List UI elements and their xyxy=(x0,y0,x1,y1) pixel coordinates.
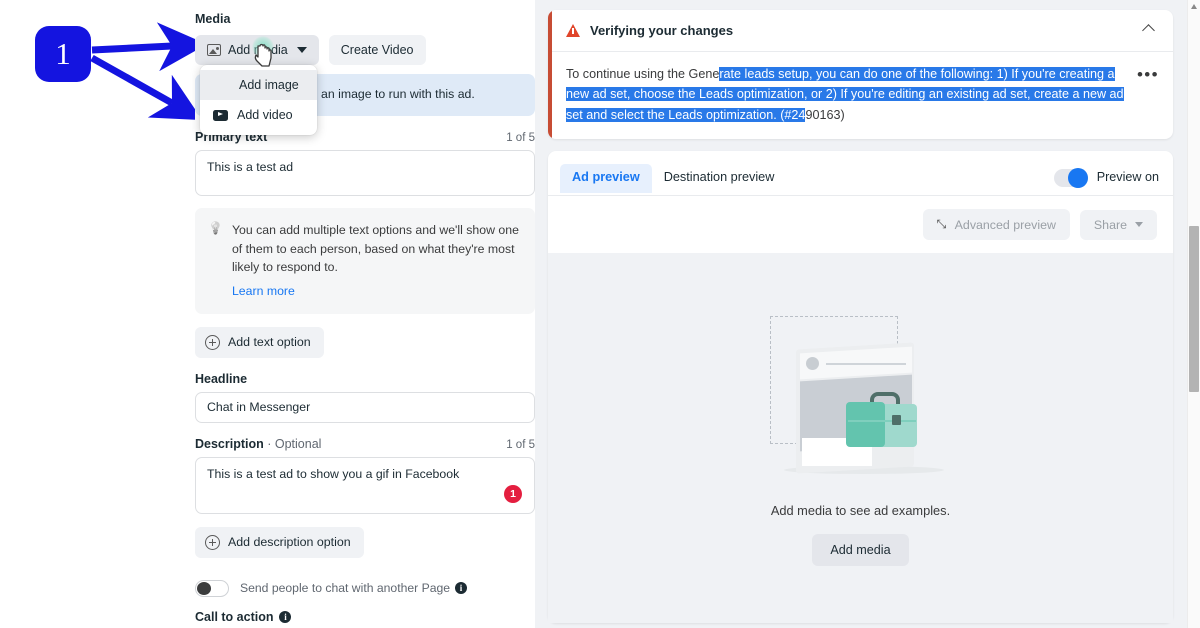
chevron-up-icon[interactable] xyxy=(1142,24,1155,37)
description-value: This is a test ad to show you a gif in F… xyxy=(207,466,460,481)
verification-alert: Verifying your changes To continue using… xyxy=(548,10,1173,140)
description-label: Description · Optional xyxy=(195,437,321,451)
toggle-knob xyxy=(1067,168,1088,189)
send-people-toggle-label: Send people to chat with another Page i xyxy=(240,581,468,596)
call-to-action-label: Call to action xyxy=(195,609,274,624)
scroll-up-icon[interactable] xyxy=(1191,4,1197,9)
tip-body: You can add multiple text options and we… xyxy=(232,221,521,301)
share-button[interactable]: Share xyxy=(1079,209,1157,240)
advanced-preview-button[interactable]: ⤢ Advanced preview xyxy=(923,209,1070,241)
warning-triangle-icon xyxy=(566,24,580,37)
menu-item-add-video[interactable]: Add video xyxy=(200,100,317,130)
empty-state-add-media-button[interactable]: Add media xyxy=(812,534,909,567)
inner-scrollbar[interactable] xyxy=(1178,0,1187,628)
headline-label: Headline xyxy=(195,371,248,386)
video-icon xyxy=(213,109,228,121)
plus-circle-icon xyxy=(205,334,220,350)
add-text-option-button[interactable]: Add text option xyxy=(195,326,324,358)
illustration-text-line xyxy=(825,363,906,365)
toolbox-left-icon xyxy=(845,402,885,448)
ad-preview-card: Ad preview Destination preview Preview o… xyxy=(548,151,1173,624)
description-input[interactable]: This is a test ad to show you a gif in F… xyxy=(195,456,535,514)
media-buttons-row: Add media Create Video xyxy=(195,35,535,65)
scrollbar-thumb[interactable] xyxy=(1189,226,1199,392)
more-options-icon[interactable]: ••• xyxy=(1137,64,1159,125)
call-to-action-header: Call to action i xyxy=(195,610,535,624)
ad-creative-form: Media Add media Create Video an image to… xyxy=(195,0,535,628)
preview-panel: Verifying your changes To continue using… xyxy=(535,0,1187,628)
tab-destination-preview-label: Destination preview xyxy=(663,169,775,184)
alert-body: To continue using the Generate leads set… xyxy=(548,52,1173,139)
tab-destination-preview[interactable]: Destination preview xyxy=(652,164,787,193)
media-section-label: Media xyxy=(195,12,231,26)
advanced-preview-label: Advanced preview xyxy=(954,217,1056,232)
expand-icon: ⤢ xyxy=(937,217,947,232)
primary-text-value: This is a test ad xyxy=(207,160,294,174)
add-description-option-label: Add description option xyxy=(228,535,351,550)
annotation-arrows xyxy=(90,22,195,121)
lightbulb-icon: 💡 xyxy=(208,221,223,235)
image-icon xyxy=(207,44,221,56)
annotation-overlay: 1 xyxy=(0,0,195,628)
add-media-label: Add media xyxy=(228,43,288,57)
headline-header: Headline xyxy=(195,372,535,386)
create-video-label: Create Video xyxy=(340,43,414,57)
description-counter: 1 of 5 xyxy=(506,438,535,451)
add-text-option-label: Add text option xyxy=(228,335,311,350)
plus-circle-icon xyxy=(205,534,220,550)
description-header: Description · Optional 1 of 5 xyxy=(195,437,535,451)
send-people-label-text: Send people to chat with another Page xyxy=(240,581,451,596)
menu-item-add-image[interactable]: Add image xyxy=(200,70,317,100)
info-icon[interactable]: i xyxy=(455,582,468,595)
tip-text: You can add multiple text options and we… xyxy=(231,223,519,275)
primary-text-input[interactable]: This is a test ad xyxy=(195,150,535,196)
add-media-dropdown-menu[interactable]: Add image Add video xyxy=(200,65,317,135)
empty-state-add-media-label: Add media xyxy=(830,543,891,558)
learn-more-link[interactable]: Learn more xyxy=(232,282,295,301)
send-people-toggle-row[interactable]: Send people to chat with another Page i xyxy=(195,579,535,597)
toolbox-seam xyxy=(847,420,916,422)
toggle-knob xyxy=(197,581,211,595)
add-media-button[interactable]: Add media xyxy=(195,35,319,65)
headline-input[interactable]: Chat in Messenger xyxy=(195,391,535,423)
preview-on-label: Preview on xyxy=(1096,170,1159,185)
create-video-button[interactable]: Create Video xyxy=(328,35,426,65)
description-optional-suffix: · Optional xyxy=(267,436,322,451)
page-scrollbar[interactable] xyxy=(1187,0,1200,628)
preview-tabs: Ad preview Destination preview Preview o… xyxy=(548,151,1173,197)
alert-title: Verifying your changes xyxy=(590,23,734,38)
add-video-label: Add video xyxy=(237,108,293,122)
headline-value: Chat in Messenger xyxy=(207,400,311,415)
preview-on-toggle[interactable] xyxy=(1053,168,1088,189)
chevron-down-icon xyxy=(296,47,307,53)
ads-manager-screen: 1 Media Add media Create Video an image … xyxy=(0,0,1200,628)
tab-ad-preview-label: Ad preview xyxy=(572,169,640,184)
add-image-label: Add image xyxy=(239,78,299,92)
add-description-option-button[interactable]: Add description option xyxy=(195,526,364,558)
chevron-down-icon xyxy=(1135,222,1143,228)
illustration-avatar-dot xyxy=(805,357,819,371)
empty-state-illustration xyxy=(766,310,956,485)
description-label-text: Description xyxy=(195,436,264,451)
alert-message-part3: 90163) xyxy=(805,107,845,122)
tab-ad-preview[interactable]: Ad preview xyxy=(560,163,652,193)
annotation-step-badge: 1 xyxy=(35,26,91,82)
primary-text-tip: 💡 You can add multiple text options and … xyxy=(195,208,535,314)
empty-state-caption: Add media to see ad examples. xyxy=(770,503,951,519)
preview-empty-state: Add media to see ad examples. Add media xyxy=(548,253,1173,624)
info-icon[interactable]: i xyxy=(279,610,292,623)
primary-text-counter: 1 of 5 xyxy=(506,132,535,144)
alert-message-part1: To continue using the Gene xyxy=(566,67,720,81)
send-people-toggle[interactable] xyxy=(195,579,229,597)
toolbox-latch xyxy=(891,415,901,426)
alert-message: To continue using the Generate leads set… xyxy=(566,64,1127,125)
share-label: Share xyxy=(1093,217,1127,232)
description-error-badge: 1 xyxy=(504,484,522,503)
alert-header: Verifying your changes xyxy=(548,10,1173,52)
preview-toolbar: ⤢ Advanced preview Share xyxy=(548,196,1173,254)
